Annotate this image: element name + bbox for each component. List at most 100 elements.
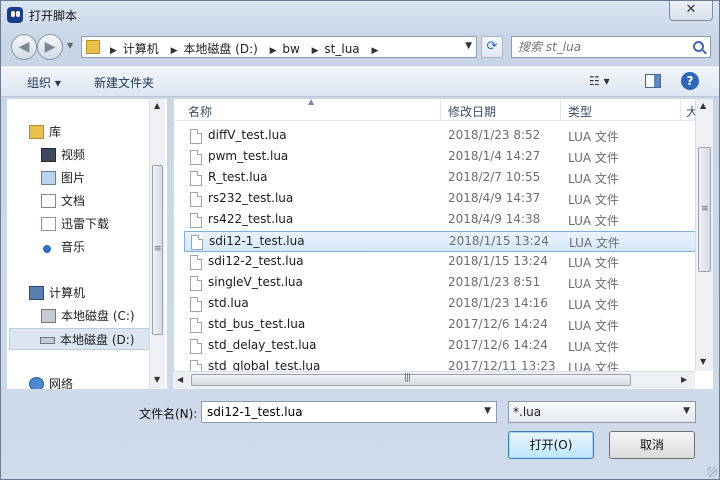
file-row[interactable]: diffV_test.lua 2018/1/23 8:52 LUA 文件 — [174, 126, 694, 147]
column-name[interactable]: 名称 — [188, 103, 212, 120]
file-row[interactable]: sdi12-2_test.lua 2018/1/15 13:24 LUA 文件 — [174, 252, 694, 273]
file-name: rs422_test.lua — [208, 212, 294, 226]
chevron-down-icon[interactable]: ▼ — [465, 41, 472, 51]
file-type: LUA 文件 — [568, 340, 619, 354]
chevron-right-icon[interactable]: ▶ — [270, 46, 277, 56]
file-row[interactable]: rs422_test.lua 2018/4/9 14:38 LUA 文件 — [174, 210, 694, 231]
file-list-horizontal-scrollbar[interactable]: ◀ ||| ▶ — [173, 371, 695, 389]
file-row[interactable]: rs232_test.lua 2018/4/9 14:37 LUA 文件 — [174, 189, 694, 210]
file-row[interactable]: pwm_test.lua 2018/1/4 14:27 LUA 文件 — [174, 147, 694, 168]
chevron-right-icon[interactable]: ▶ — [110, 46, 117, 56]
lua-file-icon — [190, 339, 202, 354]
file-list: ▲ 名称 修改日期 类型 大 diffV_test.lua 2018/1/23 8… — [173, 99, 713, 389]
lua-file-icon — [190, 192, 202, 207]
close-button[interactable]: ✕ — [669, 1, 713, 21]
breadcrumb-st-lua[interactable]: st_lua — [324, 42, 359, 56]
change-view-button[interactable]: ☷ ▾ — [589, 74, 610, 88]
sidebar-item-drive-d[interactable]: 本地磁盘 (D:) — [9, 328, 151, 350]
music-icon — [43, 245, 51, 253]
lua-file-icon — [190, 150, 202, 165]
column-divider[interactable] — [680, 99, 681, 121]
navigation-pane: 库 视频 图片 文档 迅雷下载 音乐 计算机 本地磁盘 (C:) 本地磁盘 (D… — [7, 99, 167, 389]
column-date-modified[interactable]: 修改日期 — [448, 103, 496, 120]
lua-file-icon — [190, 276, 202, 291]
file-row[interactable]: std_delay_test.lua 2017/12/6 14:24 LUA 文件 — [174, 336, 694, 357]
breadcrumb-bw[interactable]: bw — [282, 42, 299, 56]
library-icon — [29, 125, 44, 139]
file-row[interactable]: singleV_test.lua 2018/1/23 8:51 LUA 文件 — [174, 273, 694, 294]
file-date: 2018/1/4 14:27 — [448, 149, 541, 163]
scroll-up-icon[interactable]: ▲ — [700, 101, 706, 110]
column-header: ▲ 名称 修改日期 类型 大 — [174, 99, 713, 121]
scroll-up-icon[interactable]: ▲ — [154, 101, 160, 110]
lua-file-icon — [190, 129, 202, 144]
drive-d-icon — [40, 337, 55, 344]
preview-pane-icon[interactable] — [645, 74, 661, 88]
file-row[interactable]: R_test.lua 2018/2/7 10:55 LUA 文件 — [174, 168, 694, 189]
help-icon[interactable]: ? — [681, 72, 699, 90]
file-type: LUA 文件 — [568, 214, 619, 228]
organize-button[interactable]: 组织 ▾ — [27, 74, 61, 91]
file-name: std_delay_test.lua — [208, 338, 317, 352]
dialog-footer: 文件名(N): ▼ *.lua ▼ 打开(O) 取消 — [1, 393, 719, 479]
window-title: 打开脚本 — [29, 9, 78, 23]
file-name: sdi12-2_test.lua — [208, 254, 304, 268]
resize-grip[interactable] — [707, 467, 717, 477]
cancel-button[interactable]: 取消 — [609, 431, 695, 459]
filename-input[interactable] — [205, 404, 475, 420]
breadcrumb-computer[interactable]: 计算机 — [123, 42, 159, 56]
file-date: 2018/1/23 8:51 — [448, 275, 541, 289]
back-button[interactable]: ◀ — [11, 34, 37, 60]
new-folder-button[interactable]: 新建文件夹 — [94, 74, 154, 91]
filename-combobox[interactable]: ▼ — [201, 401, 497, 423]
filename-label: 文件名(N): — [139, 407, 198, 421]
file-name: rs232_test.lua — [208, 191, 294, 205]
file-date: 2018/4/9 14:37 — [448, 191, 541, 205]
file-row[interactable]: sdi12-1_test.lua 2018/1/15 13:24 LUA 文件 — [184, 231, 696, 252]
sidebar-scrollbar-thumb[interactable]: ≡ — [152, 165, 163, 335]
command-bar: 组织 ▾ 新建文件夹 ☷ ▾ ? — [1, 65, 719, 97]
title-bar[interactable]: 打开脚本 ✕ — [1, 1, 719, 29]
download-icon — [41, 217, 56, 231]
file-date: 2018/1/15 13:24 — [449, 234, 549, 248]
file-type: LUA 文件 — [569, 236, 620, 250]
scroll-right-icon[interactable]: ▶ — [681, 375, 687, 384]
breadcrumb-drive-d[interactable]: 本地磁盘 (D:) — [183, 42, 257, 56]
file-type-select[interactable]: *.lua ▼ — [508, 401, 696, 423]
chevron-down-icon[interactable]: ▼ — [683, 406, 690, 416]
file-name: pwm_test.lua — [208, 149, 289, 163]
chevron-right-icon[interactable]: ▶ — [312, 46, 319, 56]
file-date: 2017/12/6 14:24 — [448, 317, 548, 331]
file-row[interactable]: std.lua 2018/1/23 14:16 LUA 文件 — [174, 294, 694, 315]
chevron-right-icon[interactable]: ▶ — [371, 46, 378, 56]
scroll-down-icon[interactable]: ▼ — [154, 375, 160, 384]
column-divider[interactable] — [560, 99, 561, 121]
file-list-horizontal-thumb[interactable]: ||| — [191, 373, 631, 386]
address-bar[interactable]: ▶ 计算机 ▶ 本地磁盘 (D:) ▶ bw ▶ st_lua ▶ ▼ — [81, 36, 477, 58]
file-type: LUA 文件 — [568, 151, 619, 165]
file-date: 2018/1/15 13:24 — [448, 254, 548, 268]
sidebar-scrollbar[interactable]: ▲ ≡ ▼ — [149, 99, 165, 389]
file-name: diffV_test.lua — [208, 128, 287, 142]
column-divider[interactable] — [440, 99, 441, 121]
open-button[interactable]: 打开(O) — [508, 431, 594, 459]
chevron-down-icon[interactable]: ▼ — [484, 406, 491, 416]
search-box[interactable] — [511, 36, 711, 58]
recent-locations-dropdown-icon[interactable]: ▼ — [67, 41, 73, 50]
video-icon — [41, 148, 56, 162]
column-type[interactable]: 类型 — [568, 103, 592, 120]
search-input[interactable] — [516, 39, 686, 55]
forward-button[interactable]: ▶ — [37, 34, 63, 60]
refresh-icon: ⟳ — [486, 39, 498, 54]
scroll-left-icon[interactable]: ◀ — [177, 375, 183, 384]
file-type: LUA 文件 — [568, 277, 619, 291]
file-row[interactable]: std_bus_test.lua 2017/12/6 14:24 LUA 文件 — [174, 315, 694, 336]
search-icon[interactable] — [693, 41, 704, 52]
scroll-down-icon[interactable]: ▼ — [700, 357, 706, 366]
file-date: 2018/2/7 10:55 — [448, 170, 541, 184]
refresh-button[interactable]: ⟳ — [481, 36, 503, 58]
file-list-vertical-thumb[interactable]: ≡ — [698, 147, 711, 272]
file-list-vertical-scrollbar[interactable]: ▲ ≡ ▼ — [695, 99, 713, 371]
file-type: LUA 文件 — [568, 298, 619, 312]
chevron-right-icon[interactable]: ▶ — [171, 46, 178, 56]
